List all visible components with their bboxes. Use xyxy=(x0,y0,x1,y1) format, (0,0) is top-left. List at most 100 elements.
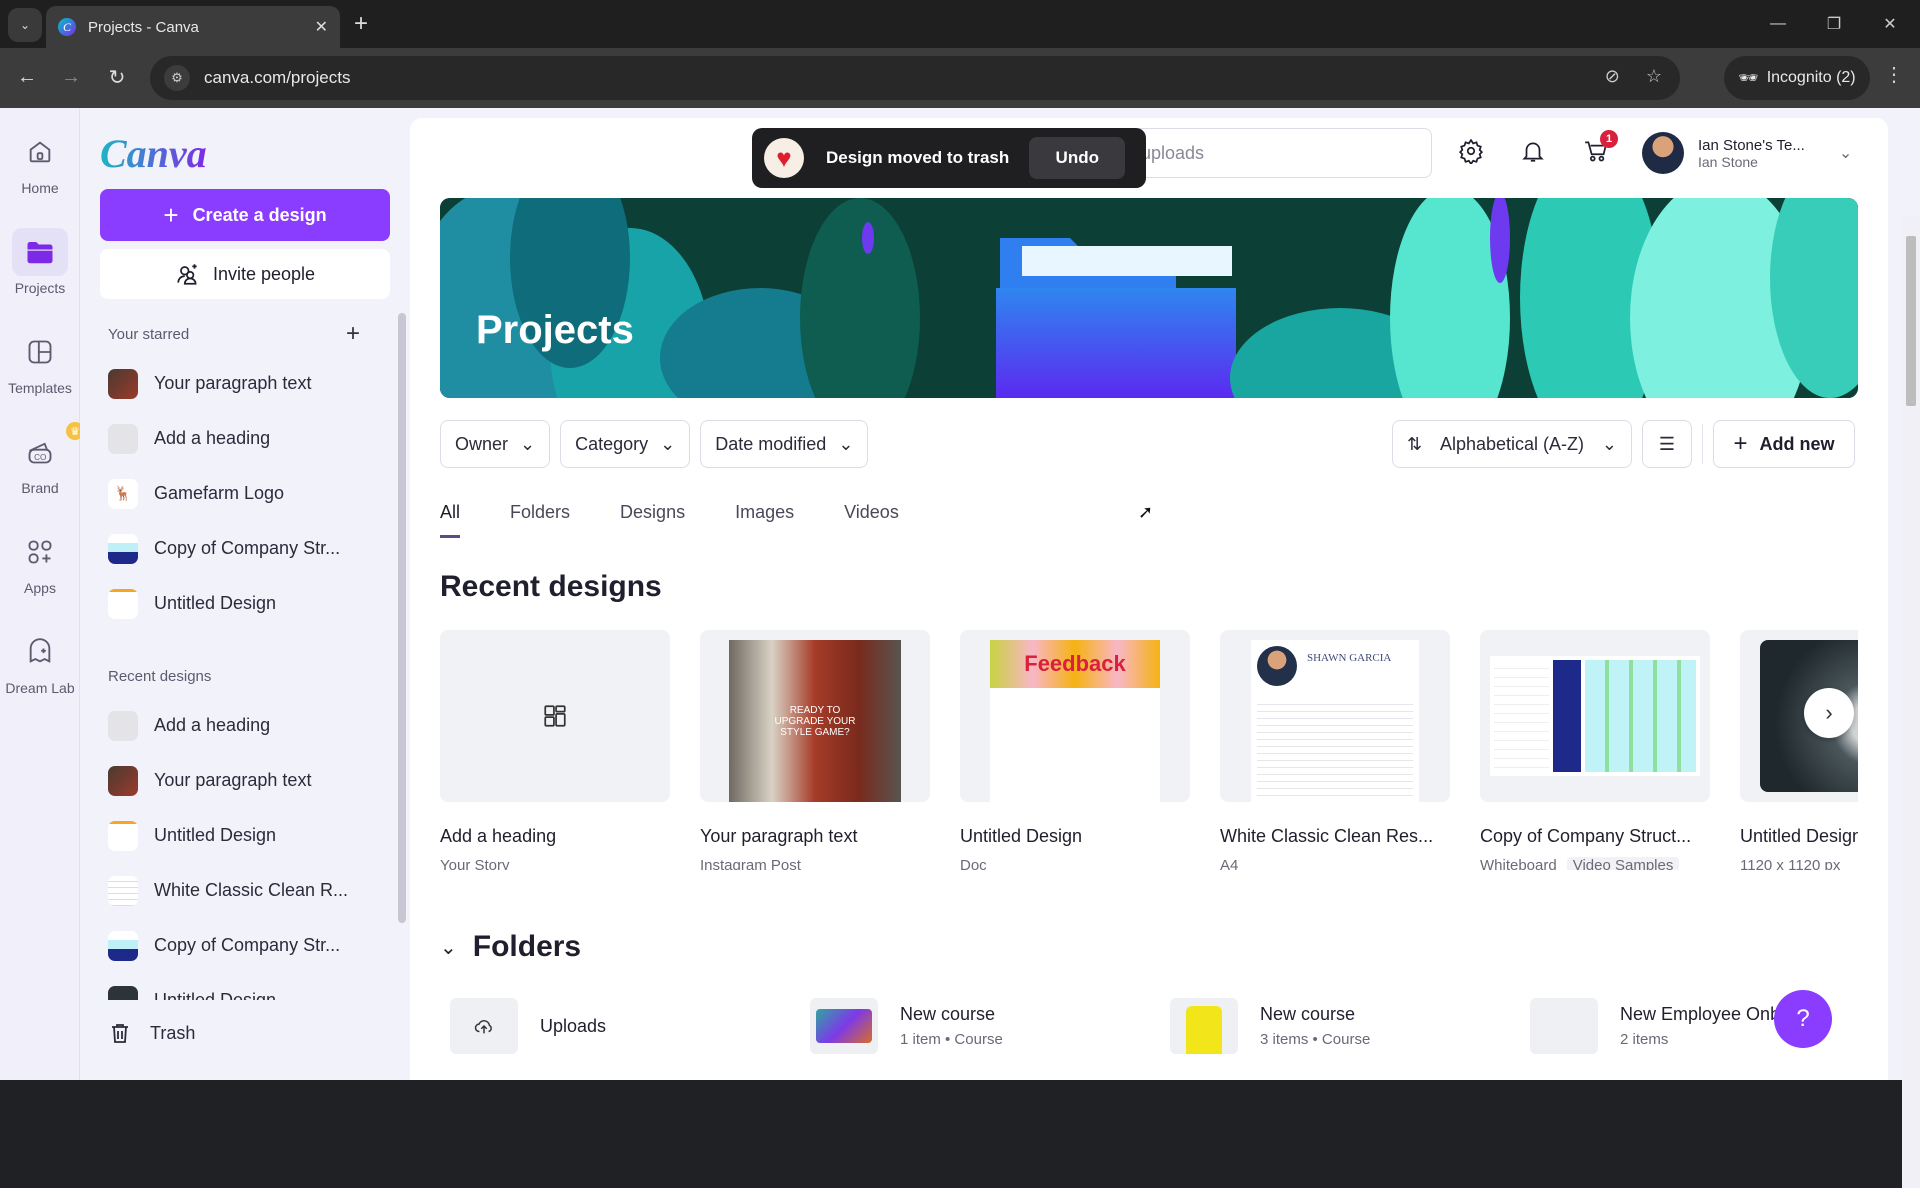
reload-button[interactable]: ↻ xyxy=(102,62,132,92)
tab-videos[interactable]: Videos xyxy=(844,502,899,538)
account-switcher[interactable]: Ian Stone's Te... Ian Stone ⌄ xyxy=(1642,132,1852,174)
address-bar[interactable]: ⚙ canva.com/projects ⊘ ☆ xyxy=(150,56,1680,100)
recent-item[interactable]: Add a heading xyxy=(108,698,398,753)
apps-icon xyxy=(12,528,68,576)
recent-item[interactable]: White Classic Clean R... xyxy=(108,863,398,918)
tab-search-button[interactable]: ⌄ xyxy=(8,8,42,42)
list-view-toggle[interactable]: ☰ xyxy=(1642,420,1692,468)
design-card[interactable]: SHAWN GARCIA White Classic Clean Res... … xyxy=(1220,630,1450,870)
recent-item-label: Untitled Design xyxy=(154,990,277,1000)
help-button[interactable]: ? xyxy=(1774,990,1832,1048)
starred-item[interactable]: Untitled Design xyxy=(108,576,398,631)
invite-people-icon xyxy=(177,264,197,285)
site-info-icon[interactable]: ⚙ xyxy=(164,65,190,91)
folders-heading: Folders xyxy=(472,930,582,963)
recent-item[interactable]: Untitled Design xyxy=(108,973,398,1000)
restore-button[interactable]: ❐ xyxy=(1806,0,1862,48)
new-tab-button[interactable]: + xyxy=(354,10,368,38)
side-panel-scrollbar[interactable] xyxy=(398,313,406,923)
design-card[interactable]: READY TO UPGRADE YOUR STYLE GAME? Your p… xyxy=(700,630,930,870)
category-filter[interactable]: Category ⌄ xyxy=(560,420,691,468)
incognito-indicator[interactable]: 🕶 Incognito (2) xyxy=(1724,56,1870,100)
rail-item-templates[interactable]: Templates xyxy=(0,328,80,396)
starred-item-label: Add a heading xyxy=(154,428,271,448)
trash-link[interactable]: Trash xyxy=(108,1020,195,1046)
rail-item-apps[interactable]: Apps xyxy=(0,528,80,596)
rail-item-dream-lab[interactable]: Dream Lab xyxy=(0,628,80,696)
sort-dropdown[interactable]: ⇅ Alphabetical (A-Z) ⌄ xyxy=(1392,420,1632,468)
starred-item[interactable]: 🦌 Gamefarm Logo xyxy=(108,466,398,521)
tracking-eye-off-icon[interactable]: ⊘ xyxy=(1605,66,1620,87)
recent-designs-heading: Recent designs xyxy=(440,570,662,603)
cart-icon[interactable]: 1 xyxy=(1582,130,1618,171)
brand-icon: CO ♛ xyxy=(12,422,84,476)
settings-gear-icon[interactable] xyxy=(1458,138,1484,171)
tab-title: Projects - Canva xyxy=(88,18,199,36)
starred-item[interactable]: Your paragraph text xyxy=(108,356,398,411)
folder-item[interactable]: New course 1 item • Course xyxy=(810,998,1170,1054)
folder-tag[interactable]: Video Samples xyxy=(1566,857,1680,870)
add-new-button[interactable]: + Add new xyxy=(1713,420,1855,468)
page-scrollbar[interactable] xyxy=(1902,216,1920,1188)
folder-item[interactable]: New course 3 items • Course xyxy=(1170,998,1530,1054)
canva-logo[interactable]: Canva xyxy=(100,130,207,177)
recent-item[interactable]: Untitled Design xyxy=(108,808,398,863)
recent-item[interactable]: Your paragraph text xyxy=(108,753,398,808)
rail-item-home[interactable]: Home xyxy=(0,128,80,196)
design-title: White Classic Clean Res... xyxy=(1220,826,1434,846)
starred-item-label: Your paragraph text xyxy=(154,373,312,393)
design-thumbnail xyxy=(108,820,138,851)
templates-icon xyxy=(12,328,68,376)
close-window-button[interactable]: ✕ xyxy=(1862,0,1918,48)
invite-people-button[interactable]: Invite people xyxy=(100,249,390,299)
owner-filter[interactable]: Owner ⌄ xyxy=(440,420,551,468)
folder-item[interactable]: Uploads xyxy=(450,998,810,1054)
notifications-bell-icon[interactable] xyxy=(1520,138,1546,171)
close-tab-icon[interactable]: ✕ xyxy=(315,17,328,37)
design-card[interactable]: Untitled Design 1120 x 1120 px xyxy=(1740,630,1858,870)
home-icon xyxy=(12,128,68,176)
page-title: Projects xyxy=(476,308,634,352)
create-design-button[interactable]: + Create a design xyxy=(100,189,390,241)
search-input[interactable]: uploads xyxy=(1110,128,1432,178)
folder-item[interactable]: New Employee Onboar 2 items xyxy=(1530,998,1888,1054)
design-card[interactable]: Add a heading Your Story xyxy=(440,630,670,870)
mouse-cursor-icon: ➚ xyxy=(1138,502,1154,522)
bookmark-star-icon[interactable]: ☆ xyxy=(1646,66,1662,87)
tab-folders[interactable]: Folders xyxy=(510,502,570,538)
design-thumbnail xyxy=(108,875,138,906)
forward-button[interactable]: → xyxy=(56,62,86,92)
rail-item-brand[interactable]: CO ♛ Brand xyxy=(0,422,84,496)
tab-designs[interactable]: Designs xyxy=(620,502,685,538)
add-starred-icon[interactable]: + xyxy=(346,320,360,348)
minimize-button[interactable]: — xyxy=(1750,0,1806,48)
folder-meta: 1 item • Course xyxy=(900,1031,1003,1048)
chevron-right-icon: › xyxy=(1825,700,1833,725)
back-button[interactable]: ← xyxy=(12,62,42,92)
recent-item[interactable]: Copy of Company Str... xyxy=(108,918,398,973)
design-thumbnail: 🦌 xyxy=(108,478,138,509)
design-card[interactable]: Feedback Untitled Design Doc xyxy=(960,630,1190,870)
carousel-next-button[interactable]: › xyxy=(1804,688,1854,738)
tab-images[interactable]: Images xyxy=(735,502,794,538)
folders-section-header[interactable]: ⌄ Folders xyxy=(440,930,581,964)
rail-item-projects[interactable]: Projects xyxy=(0,228,80,296)
nav-rail: Home Projects Templates CO ♛ Brand Apps … xyxy=(0,108,84,1080)
design-type: Whiteboard xyxy=(1480,857,1557,870)
design-thumbnail xyxy=(108,930,138,961)
folder-icon xyxy=(1170,998,1238,1054)
plus-icon: + xyxy=(1733,430,1748,457)
scrollbar-thumb[interactable] xyxy=(1906,236,1916,406)
starred-item[interactable]: Copy of Company Str... xyxy=(108,521,398,576)
starred-item-label: Gamefarm Logo xyxy=(154,483,285,503)
recent-item-label: Copy of Company Str... xyxy=(154,935,341,955)
date-modified-filter[interactable]: Date modified ⌄ xyxy=(700,420,869,468)
starred-item[interactable]: Add a heading xyxy=(108,411,398,466)
undo-button[interactable]: Undo xyxy=(1029,137,1126,179)
rail-label: Brand xyxy=(21,480,59,496)
tab-all[interactable]: All xyxy=(440,502,461,538)
account-user-name: Ian Stone xyxy=(1698,153,1758,170)
design-card[interactable]: Copy of Company Struct... Whiteboard Vide… xyxy=(1480,630,1710,870)
browser-menu-icon[interactable]: ⋮ xyxy=(1884,62,1904,87)
browser-tab[interactable]: C Projects - Canva ✕ xyxy=(46,6,340,48)
